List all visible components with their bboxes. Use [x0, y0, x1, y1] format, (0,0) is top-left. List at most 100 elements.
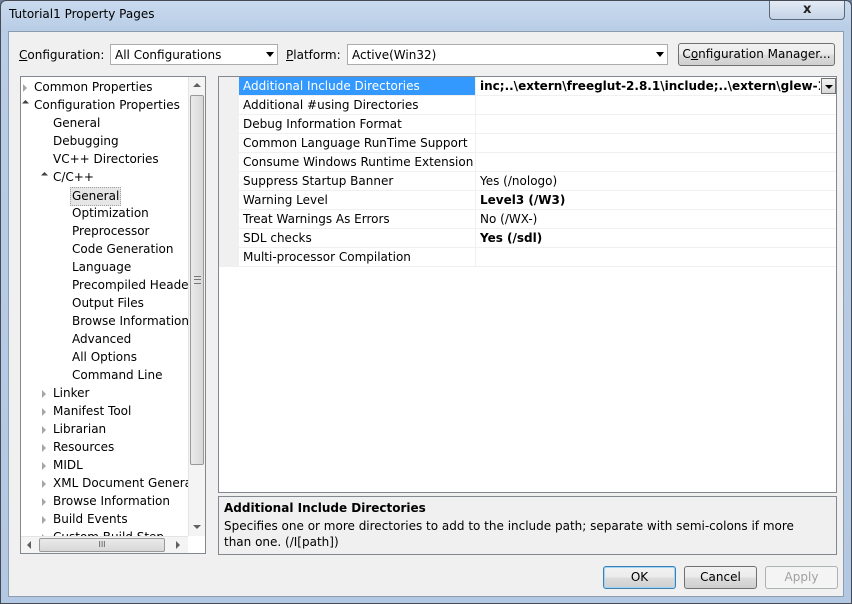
collapsed-arrow-icon[interactable]: [42, 408, 46, 416]
property-row[interactable]: Debug Information Format: [239, 115, 836, 134]
property-tree[interactable]: Common Properties Configuration Propertie…: [20, 76, 206, 554]
tree-item[interactable]: Preprocessor: [21, 223, 187, 240]
tree-item[interactable]: All Options: [21, 349, 187, 366]
property-name[interactable]: Common Language RunTime Support: [239, 134, 476, 152]
property-name[interactable]: SDL checks: [239, 229, 476, 247]
collapsed-arrow-icon[interactable]: [42, 426, 46, 434]
tree-item-label: Librarian: [53, 422, 107, 436]
collapsed-arrow-icon[interactable]: [42, 516, 46, 524]
property-value[interactable]: Yes (/nologo): [476, 172, 836, 190]
scroll-up-icon[interactable]: [193, 83, 201, 87]
property-row[interactable]: Warning Level Level3 (/W3): [239, 191, 836, 210]
value-dropdown-button[interactable]: [821, 78, 836, 94]
tree-item[interactable]: Manifest Tool: [21, 403, 187, 420]
scroll-right-icon[interactable]: [176, 541, 180, 549]
property-row[interactable]: Treat Warnings As Errors No (/WX-): [239, 210, 836, 229]
property-name[interactable]: Treat Warnings As Errors: [239, 210, 476, 228]
chevron-down-icon: [656, 52, 664, 57]
scroll-down-icon[interactable]: [193, 525, 201, 529]
tree-item[interactable]: General: [21, 187, 187, 206]
platform-label: Platform:: [286, 48, 341, 62]
property-row[interactable]: SDL checks Yes (/sdl): [239, 229, 836, 248]
close-icon: x: [803, 2, 812, 17]
collapsed-arrow-icon[interactable]: [42, 498, 46, 506]
property-value[interactable]: [476, 153, 836, 171]
description-text: Specifies one or more directories to add…: [224, 519, 794, 549]
tree-item-label: VC++ Directories: [53, 152, 159, 166]
tree-item[interactable]: Common Properties: [21, 79, 187, 96]
scroll-thumb[interactable]: [190, 95, 204, 465]
property-value[interactable]: [476, 134, 836, 152]
expanded-arrow-icon[interactable]: [21, 99, 30, 108]
configuration-value: All Configurations: [115, 48, 222, 62]
property-name[interactable]: Multi-processor Compilation: [239, 248, 476, 266]
tree-item[interactable]: MIDL: [21, 457, 187, 474]
tree-item[interactable]: Build Events: [21, 511, 187, 528]
collapsed-arrow-icon[interactable]: [42, 480, 46, 488]
property-row[interactable]: Suppress Startup Banner Yes (/nologo): [239, 172, 836, 191]
property-value[interactable]: inc;..\extern\freeglut-2.8.1\include;..\…: [476, 77, 820, 95]
tree-item[interactable]: C/C++: [21, 169, 187, 186]
property-row[interactable]: Consume Windows Runtime Extension: [239, 153, 836, 172]
tree-item-label: Code Generation: [72, 242, 174, 256]
tree-item-label: Output Files: [72, 296, 144, 310]
h-scroll-thumb[interactable]: III: [39, 538, 165, 552]
tree-item[interactable]: General: [21, 115, 187, 132]
tree-item[interactable]: Browse Information: [21, 313, 189, 330]
tree-item-label: C/C++: [53, 170, 94, 184]
property-value[interactable]: Yes (/sdl): [476, 229, 836, 247]
property-name[interactable]: Additional Include Directories: [239, 77, 476, 95]
tree-item-label: General: [53, 116, 101, 130]
tree-item[interactable]: Browse Information: [21, 493, 187, 510]
tree-horizontal-scrollbar[interactable]: III: [21, 536, 188, 553]
tree-item[interactable]: Resources: [21, 439, 187, 456]
property-row[interactable]: Additional #using Directories: [239, 96, 836, 115]
property-value[interactable]: Level3 (/W3): [476, 191, 836, 209]
tree-item[interactable]: Command Line: [21, 367, 187, 384]
property-row[interactable]: Additional Include Directories inc;..\ext…: [239, 77, 836, 96]
property-name[interactable]: Additional #using Directories: [239, 96, 476, 114]
collapsed-arrow-icon[interactable]: [42, 390, 46, 398]
property-value[interactable]: No (/WX-): [476, 210, 836, 228]
property-name[interactable]: Suppress Startup Banner: [239, 172, 476, 190]
property-grid[interactable]: Additional Include Directories inc;..\ext…: [218, 76, 837, 493]
expanded-arrow-icon[interactable]: [40, 171, 49, 180]
tree-item[interactable]: XML Document Genera: [21, 475, 192, 492]
property-value[interactable]: [476, 96, 836, 114]
tree-item[interactable]: Optimization: [21, 205, 187, 222]
apply-button[interactable]: Apply: [765, 566, 838, 589]
property-row[interactable]: Common Language RunTime Support: [239, 134, 836, 153]
property-row[interactable]: Multi-processor Compilation: [239, 248, 836, 267]
tree-item[interactable]: Configuration Properties: [21, 97, 187, 114]
property-value[interactable]: [476, 248, 836, 266]
tree-item-label: Preprocessor: [72, 224, 150, 238]
tree-item[interactable]: Code Generation: [21, 241, 187, 258]
collapsed-arrow-icon[interactable]: [42, 444, 46, 452]
close-button[interactable]: x: [769, 1, 845, 20]
configuration-dropdown[interactable]: All Configurations: [110, 44, 278, 65]
tree-item[interactable]: Librarian: [21, 421, 187, 438]
tree-item[interactable]: VC++ Directories: [21, 151, 187, 168]
tree-item[interactable]: Language: [21, 259, 187, 276]
collapsed-arrow-icon[interactable]: [23, 84, 27, 92]
property-name[interactable]: Debug Information Format: [239, 115, 476, 133]
tree-item[interactable]: Output Files: [21, 295, 187, 312]
description-title: Additional Include Directories: [224, 501, 426, 515]
property-name[interactable]: Warning Level: [239, 191, 476, 209]
collapsed-arrow-icon[interactable]: [42, 462, 46, 470]
tree-item[interactable]: Advanced: [21, 331, 187, 348]
tree-item-label: General: [70, 187, 122, 206]
ok-button[interactable]: OK: [603, 566, 676, 589]
configuration-manager-button[interactable]: Configuration Manager...: [678, 43, 835, 66]
property-value[interactable]: [476, 115, 836, 133]
scroll-left-icon[interactable]: [27, 541, 31, 549]
tree-item[interactable]: Linker: [21, 385, 187, 402]
tree-item[interactable]: Precompiled Heade: [21, 277, 189, 294]
title-bar[interactable]: Tutorial1 Property Pages x: [1, 1, 851, 31]
cancel-button[interactable]: Cancel: [684, 566, 757, 589]
property-name[interactable]: Consume Windows Runtime Extension: [239, 153, 476, 171]
tree-item[interactable]: Debugging: [21, 133, 187, 150]
tree-vertical-scrollbar[interactable]: [188, 77, 205, 536]
platform-dropdown[interactable]: Active(Win32): [347, 44, 668, 65]
tree-item-label: Resources: [53, 440, 115, 454]
